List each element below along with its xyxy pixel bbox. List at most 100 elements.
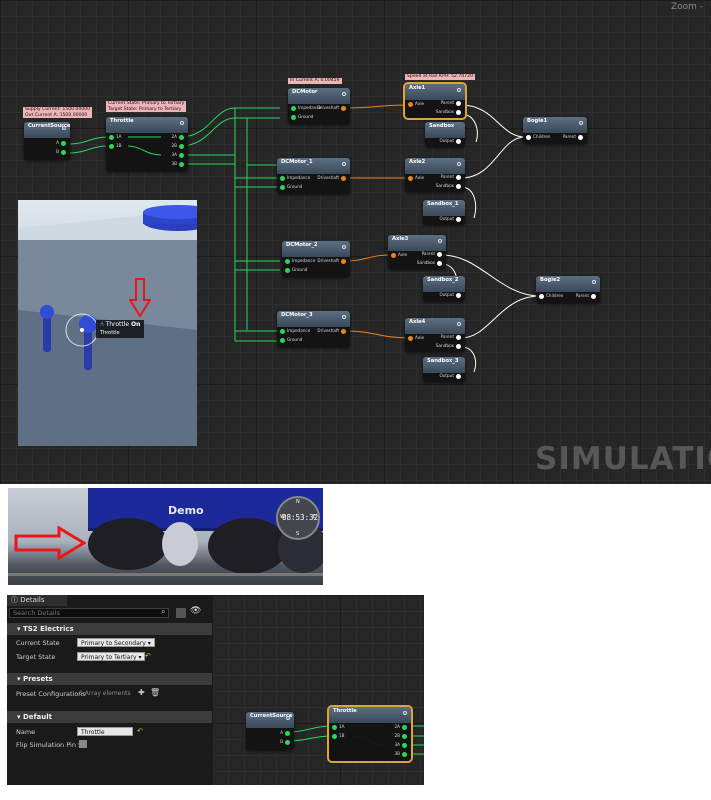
pin-children[interactable]: Children (537, 293, 563, 299)
dcmotor-2-node[interactable]: DCMotor_2 Impedance Ground Driveshaft (282, 241, 350, 277)
node-status-icon (457, 162, 461, 166)
pin-2a[interactable]: 2A (394, 724, 409, 730)
pin-driveshaft[interactable]: Driveshaft (317, 105, 348, 111)
cab-viewport[interactable]: ☝ Throttle On Throttle (18, 200, 197, 446)
dcmotor-1-node[interactable]: DCMotor_1 Impedance Ground Driveshaft (277, 158, 350, 194)
reset-arrow-icon[interactable]: ↶ (137, 727, 143, 735)
pin-3a[interactable]: 3A (394, 742, 409, 748)
reset-arrow-icon[interactable]: ↶ (145, 652, 151, 660)
name-value: Throttle (81, 729, 105, 736)
pin-2b[interactable]: 2B (394, 733, 409, 739)
throttle-node-2[interactable]: Throttle 1A 1B 2A 2B 3A 3B (327, 705, 413, 763)
pin-1b[interactable]: 1B (107, 143, 122, 149)
pin-label: Ground (287, 337, 303, 342)
sandbox-node[interactable]: Sandbox Output (425, 122, 465, 147)
current-state-label: Current State (16, 639, 60, 647)
pin-ground[interactable]: Ground (283, 267, 307, 273)
pin-output[interactable]: Output (439, 292, 463, 298)
pin-1a[interactable]: 1A (107, 134, 122, 140)
details-tab[interactable]: ⓘ Details (7, 595, 67, 606)
electric-pin-icon (179, 152, 184, 158)
bogie2-node[interactable]: Bogie2 Children Parent (536, 276, 600, 303)
pin-parent[interactable]: Parent (441, 174, 463, 180)
sandbox-1-node[interactable]: Sandbox_1 Output (423, 200, 465, 225)
pin-output[interactable]: Output (439, 216, 463, 222)
pin-parent[interactable]: Parent (441, 334, 463, 340)
electric-pin-icon (179, 161, 184, 167)
pin-axle[interactable]: Axle (389, 252, 407, 258)
pin-3b[interactable]: 3B (394, 751, 409, 757)
axle2-node[interactable]: Axle2 Axle Parent Sandbox (405, 158, 465, 192)
pin-3a[interactable]: 3A (171, 152, 186, 158)
pin-a[interactable]: A (56, 140, 68, 146)
pin-parent[interactable]: Parent (441, 100, 463, 106)
pin-driveshaft[interactable]: Driveshaft (317, 258, 348, 264)
pin-b[interactable]: B (56, 149, 68, 155)
pin-ground[interactable]: Ground (289, 114, 313, 120)
search-details-input[interactable] (9, 608, 169, 618)
pin-impedance[interactable]: Impedance (278, 328, 310, 334)
pin-b[interactable]: B (280, 739, 292, 745)
pin-axle[interactable]: Axle (406, 335, 424, 341)
pin-ground[interactable]: Ground (278, 184, 302, 190)
eye-icon[interactable]: 👁 (190, 606, 201, 616)
trash-icon[interactable]: 🗑 (150, 688, 160, 697)
pin-impedance[interactable]: Impedance (278, 175, 310, 181)
pin-parent[interactable]: Parent (576, 293, 598, 299)
section-default[interactable]: ▾ Default (7, 711, 212, 723)
pin-driveshaft[interactable]: Driveshaft (317, 328, 348, 334)
pin-sandbox[interactable]: Sandbox (436, 109, 463, 115)
pin-output[interactable]: Output (439, 138, 463, 144)
add-icon[interactable]: ✚ (138, 688, 145, 697)
pin-ground[interactable]: Ground (278, 337, 302, 343)
node-graph-bottom[interactable]: CurrentSource A B Throttle 1A 1B 2A 2B 3… (212, 595, 424, 785)
pin-label: Children (546, 293, 564, 298)
grid-view-icon[interactable] (176, 608, 186, 618)
dcmotor-3-node[interactable]: DCMotor_3 Impedance Ground Driveshaft (277, 311, 350, 347)
pin-3b[interactable]: 3B (171, 161, 186, 167)
interact-label: Throttle (105, 321, 130, 328)
pin-sandbox[interactable]: Sandbox (436, 343, 463, 349)
node-graph-top[interactable]: Zoom - SIMULATION (0, 0, 711, 484)
pin-2b[interactable]: 2B (171, 143, 186, 149)
pin-sandbox[interactable]: Sandbox (417, 260, 444, 266)
current-state-text: Current State: Primary to Tertiary (108, 101, 185, 106)
node-title: Axle3 (392, 236, 409, 242)
sandbox-2-node[interactable]: Sandbox_2 Output (423, 276, 465, 301)
pin-children[interactable]: Children (524, 134, 550, 140)
pin-sandbox[interactable]: Sandbox (436, 183, 463, 189)
pin-axle[interactable]: Axle (406, 101, 424, 107)
train-view[interactable]: Demo N E S W 08:53:32 (8, 488, 323, 585)
pin-impedance[interactable]: Impedance (283, 258, 315, 264)
axle4-node[interactable]: Axle4 Axle Parent Sandbox (405, 318, 465, 352)
sandbox-3-node[interactable]: Sandbox_3 Output (423, 357, 465, 382)
axle3-node[interactable]: Axle3 Axle Parent Sandbox (388, 235, 446, 269)
bogie1-node[interactable]: Bogie1 Children Parent (523, 117, 587, 144)
preset-count: 0 Array elements (79, 690, 131, 697)
pin-parent[interactable]: Parent (563, 134, 585, 140)
target-state-combo[interactable]: Primary to Tertiary ▾ (77, 652, 146, 661)
pin-a[interactable]: A (280, 730, 292, 736)
throttle-node[interactable]: Throttle 1A 1B 2A 2B 3A 3B (106, 117, 188, 171)
pin-parent[interactable]: Parent (422, 251, 444, 257)
pin-label: Sandbox (435, 183, 454, 188)
dcmotor-node[interactable]: DCMotor Impedance Ground Driveshaft (288, 88, 350, 124)
axle1-node[interactable]: Axle1 Axle Parent Sandbox (403, 82, 467, 120)
pin-label: Sandbox (435, 109, 454, 114)
pin-driveshaft[interactable]: Driveshaft (317, 175, 348, 181)
pin-1a[interactable]: 1A (330, 724, 345, 730)
current-source-node[interactable]: CurrentSource A B (24, 122, 70, 160)
name-field[interactable]: Throttle (77, 727, 133, 736)
section-ts2-electrics[interactable]: ▾ TS2 Electrics (7, 623, 212, 635)
current-state-combo[interactable]: Primary to Secondary ▾ (77, 638, 155, 647)
pin-2a[interactable]: 2A (171, 134, 186, 140)
section-presets[interactable]: ▾ Presets (7, 673, 212, 685)
pin-1b[interactable]: 1B (330, 733, 345, 739)
pin-output[interactable]: Output (439, 373, 463, 379)
node-title: Sandbox_1 (427, 201, 459, 207)
current-source-node-2[interactable]: CurrentSource A B (246, 712, 294, 750)
node-status-icon (342, 162, 346, 166)
node-header: DCMotor_2 (282, 241, 350, 257)
pin-axle[interactable]: Axle (406, 175, 424, 181)
flip-checkbox[interactable] (79, 740, 87, 748)
